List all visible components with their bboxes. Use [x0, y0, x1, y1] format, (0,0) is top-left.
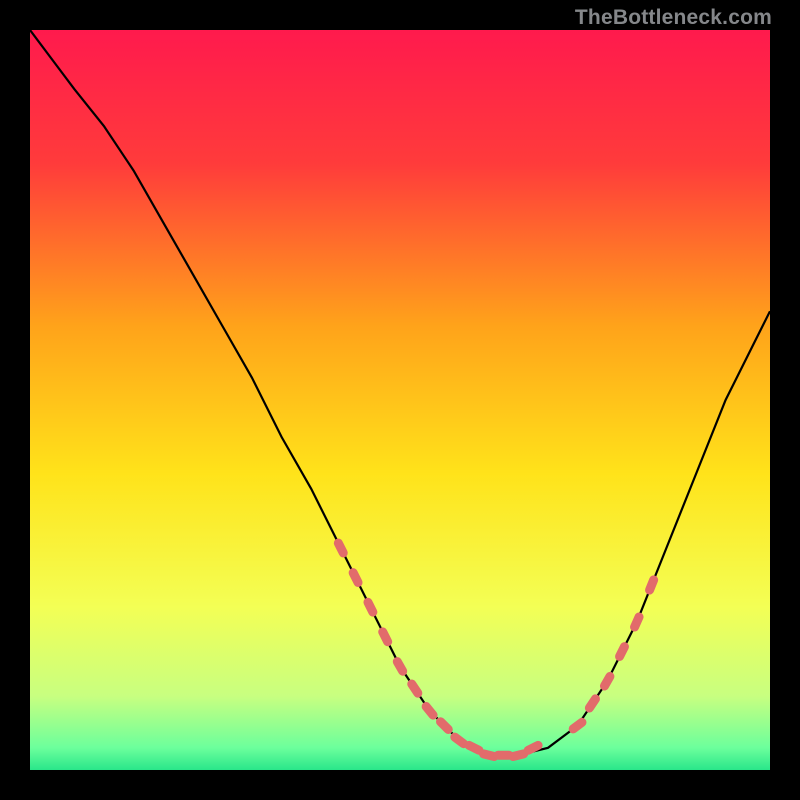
chart-svg	[30, 30, 770, 770]
watermark-text: TheBottleneck.com	[575, 6, 772, 30]
chart-frame	[30, 30, 770, 770]
